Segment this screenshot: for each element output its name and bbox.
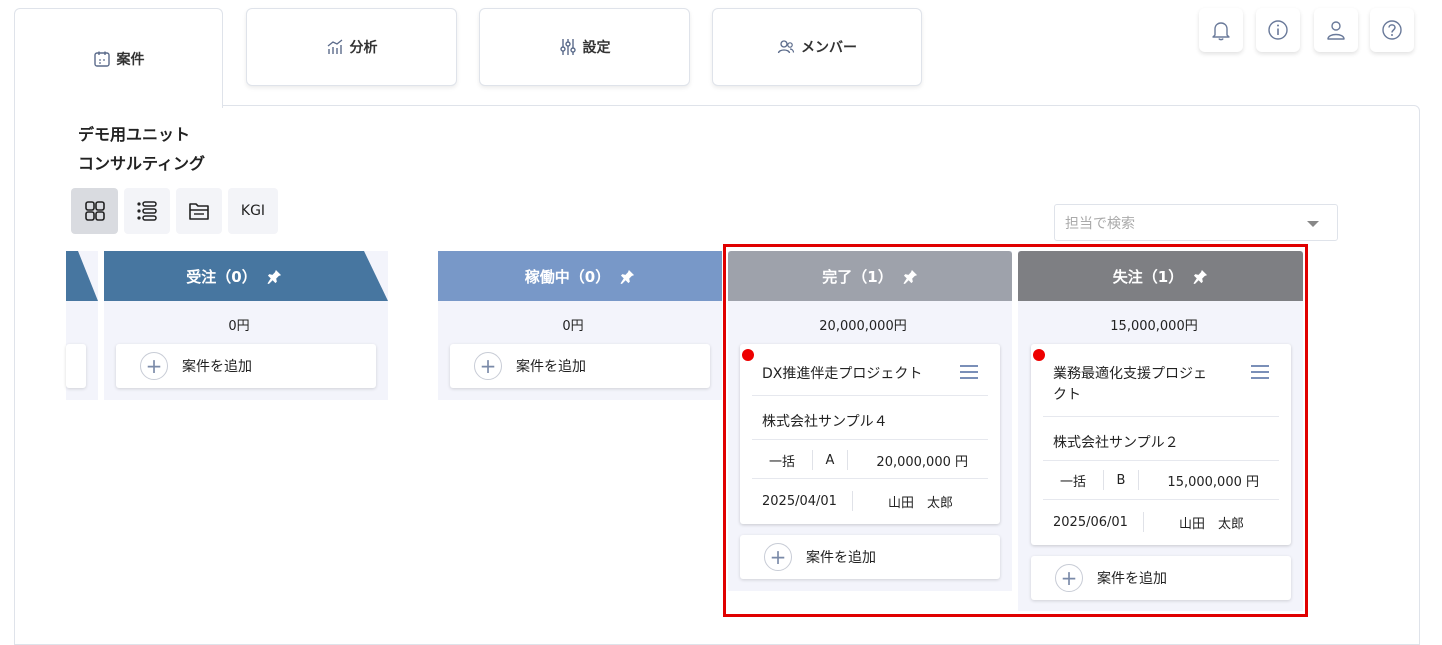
info-icon: [1268, 20, 1288, 40]
user-icon: [1327, 21, 1345, 40]
pin-icon[interactable]: [903, 269, 918, 284]
column-lost-header: 失注（1）: [1018, 251, 1303, 301]
case-title-line1: 業務最適化支援プロジェ: [1053, 366, 1207, 382]
divider: [1043, 499, 1279, 500]
pin-icon[interactable]: [267, 269, 282, 284]
pin-icon[interactable]: [620, 269, 635, 284]
divider: [1043, 416, 1279, 417]
column-title: 完了（1）: [822, 267, 893, 286]
add-case-label: 案件を追加: [806, 550, 876, 566]
divider: [752, 395, 988, 396]
kgi-button[interactable]: KGI: [228, 188, 278, 234]
calendar-icon: [93, 51, 110, 67]
tab-cases-label: 案件: [116, 51, 145, 68]
add-case-button[interactable]: + 案件を追加: [450, 344, 710, 388]
column-ordered-header: 受注（0）: [104, 251, 364, 301]
add-case-label: 案件を追加: [516, 359, 586, 375]
column-amount: 15,000,000円: [1110, 319, 1198, 334]
case-price: 15,000,000 円: [1167, 474, 1259, 490]
divider: [752, 439, 988, 440]
list-view-button[interactable]: [124, 188, 170, 234]
case-title-line2: クト: [1053, 387, 1081, 403]
members-icon: [777, 40, 795, 54]
tab-settings[interactable]: 設定: [479, 8, 690, 86]
menu-icon[interactable]: [960, 365, 978, 383]
case-title: DX推進伴走プロジェクト: [762, 366, 923, 382]
column-title: 受注（0）: [186, 267, 257, 286]
pin-icon[interactable]: [1193, 269, 1208, 284]
add-case-button-partial[interactable]: [66, 344, 86, 388]
plus-icon: +: [140, 352, 168, 380]
case-terms-row: 一括 B 15,000,000 円: [1043, 469, 1279, 491]
tab-analysis-label: 分析: [349, 40, 378, 56]
case-client: 株式会社サンプル２: [1053, 435, 1179, 451]
case-owner: 山田 太郎: [887, 495, 953, 511]
column-amount: 20,000,000円: [819, 319, 907, 334]
owner-search-placeholder: 担当で検索: [1065, 215, 1135, 232]
column-title: 失注（1）: [1112, 267, 1184, 286]
profile-button[interactable]: [1314, 8, 1358, 52]
add-case-label: 案件を追加: [182, 359, 252, 375]
alert-dot-icon: [742, 349, 754, 361]
column-title: 稼働中（0）: [524, 267, 611, 286]
add-case-button[interactable]: + 案件を追加: [116, 344, 376, 388]
case-meta-row: 2025/04/01 山田 太郎: [752, 490, 988, 512]
column-in-progress-header: 稼働中（0）: [438, 251, 722, 301]
column-amount: 0円: [562, 319, 584, 334]
list-icon: [137, 201, 157, 221]
unit-name: デモ用ユニット: [78, 125, 191, 144]
divider: [752, 478, 988, 479]
chevron-down-icon: [1307, 221, 1319, 227]
case-client: 株式会社サンプル４: [762, 414, 888, 430]
tab-analysis[interactable]: 分析: [246, 8, 457, 86]
plus-icon: +: [474, 352, 502, 380]
column-completed-header: 完了（1）: [728, 251, 1012, 301]
divider: [1043, 460, 1279, 461]
alert-dot-icon: [1033, 349, 1045, 361]
unit-division: コンサルティング: [78, 154, 206, 173]
case-date: 2025/06/01: [1053, 514, 1128, 530]
tab-settings-label: 設定: [582, 40, 611, 56]
plus-icon: +: [764, 543, 792, 571]
case-rank: B: [1116, 472, 1126, 488]
case-contract-type: 一括: [1059, 474, 1086, 490]
column-partial-header: [66, 251, 98, 301]
add-case-label: 案件を追加: [1097, 571, 1167, 587]
chart-icon: [327, 39, 342, 54]
case-date: 2025/04/01: [762, 493, 837, 509]
info-button[interactable]: [1256, 8, 1300, 52]
case-terms-row: 一括 A 20,000,000 円: [752, 449, 988, 471]
case-owner: 山田 太郎: [1178, 516, 1244, 532]
menu-icon[interactable]: [1251, 365, 1269, 383]
tab-cases[interactable]: 案件: [14, 8, 223, 108]
sliders-icon: [559, 39, 576, 55]
case-card[interactable]: 業務最適化支援プロジェ クト 株式会社サンプル２ 一括 B 15,000,000…: [1031, 344, 1291, 545]
case-price: 20,000,000 円: [876, 454, 968, 470]
case-rank: A: [825, 452, 835, 468]
bell-icon: [1212, 22, 1230, 41]
tab-members-label: メンバー: [801, 40, 857, 56]
add-case-button[interactable]: + 案件を追加: [740, 535, 1000, 579]
add-case-button[interactable]: + 案件を追加: [1031, 556, 1291, 600]
help-button[interactable]: [1370, 8, 1414, 52]
column-amount: 0円: [228, 319, 250, 334]
case-meta-row: 2025/06/01 山田 太郎: [1043, 511, 1279, 533]
plus-icon: +: [1055, 564, 1083, 592]
folder-view-button[interactable]: [176, 188, 222, 234]
grid-icon: [84, 201, 105, 221]
notifications-button[interactable]: [1199, 8, 1243, 52]
owner-search-select[interactable]: 担当で検索: [1054, 204, 1338, 241]
help-icon: [1382, 20, 1402, 40]
case-card[interactable]: DX推進伴走プロジェクト 株式会社サンプル４ 一括 A 20,000,000 円…: [740, 344, 1000, 524]
tab-members[interactable]: メンバー: [712, 8, 922, 86]
folder-icon: [189, 203, 209, 220]
case-contract-type: 一括: [768, 454, 795, 470]
board-view-button[interactable]: [71, 188, 118, 234]
